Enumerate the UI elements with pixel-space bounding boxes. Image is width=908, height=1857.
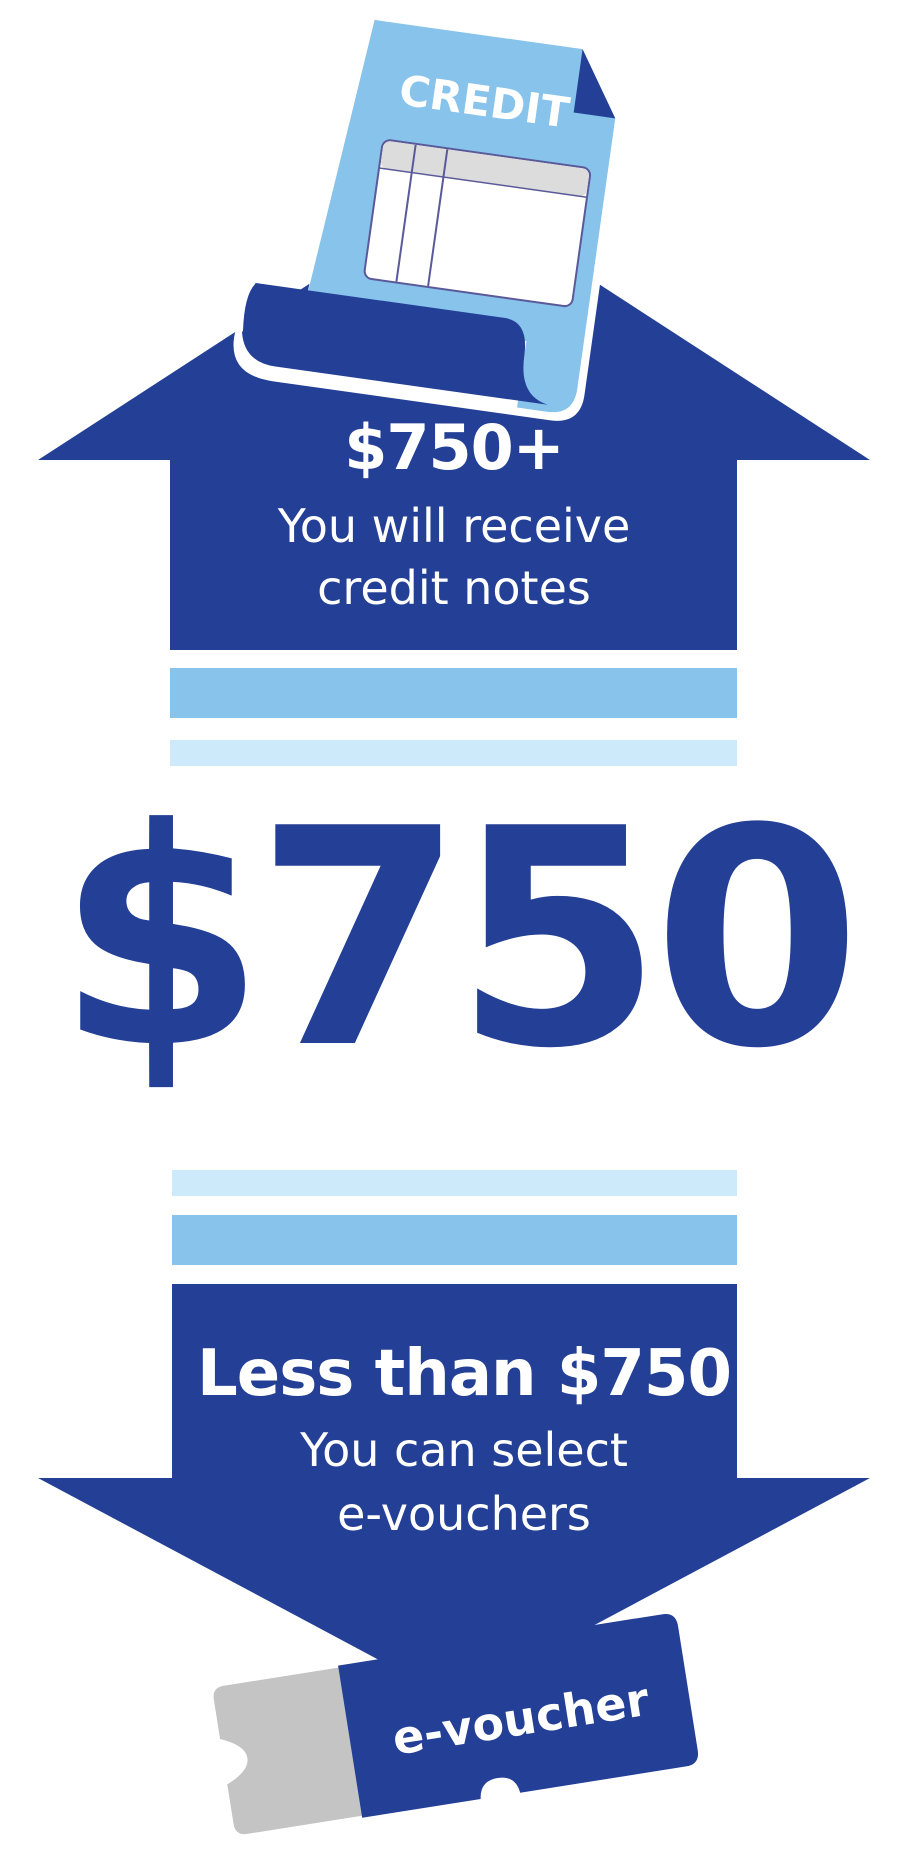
up-stripe-light: [170, 740, 737, 766]
down-stripe-mid: [172, 1215, 737, 1265]
infographic: CREDIT e-voucher $750+ You will receive …: [0, 0, 908, 1857]
lower-amount: Less than $750: [197, 1337, 732, 1411]
down-stripe-light: [172, 1170, 737, 1196]
lower-description-line2: e-vouchers: [337, 1487, 591, 1541]
up-stripe-mid: [170, 668, 737, 718]
upper-description-line1: You will receive: [277, 499, 631, 553]
upper-amount: $750+: [344, 411, 565, 484]
lower-description-line1: You can select: [300, 1423, 628, 1477]
credit-document-icon: CREDIT: [233, 11, 624, 421]
upper-description-line2: credit notes: [317, 561, 591, 615]
threshold-amount: $750: [56, 765, 862, 1114]
